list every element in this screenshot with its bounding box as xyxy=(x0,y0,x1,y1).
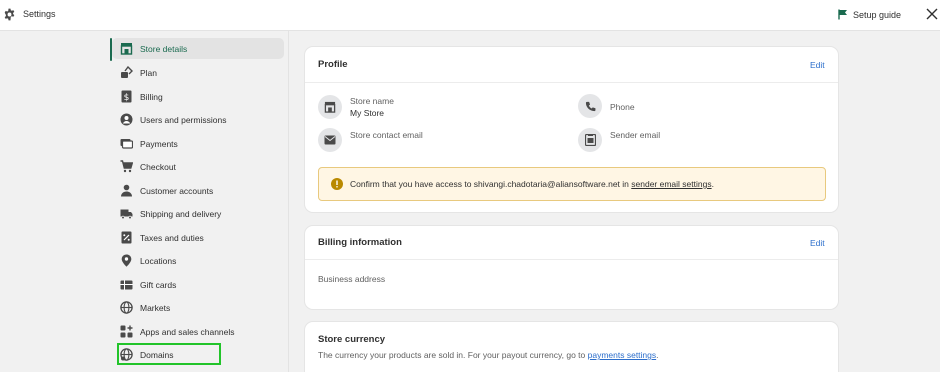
currency-desc-end: . xyxy=(656,350,659,360)
top-bar: Settings Setup guide xyxy=(0,0,940,31)
store-currency-card: Store currency The currency your product… xyxy=(305,322,838,372)
billing-information-card: Billing information Edit Business addres… xyxy=(305,226,838,309)
sidebar-item-customer-accounts[interactable]: Customer accounts xyxy=(112,180,284,201)
location-pin-icon xyxy=(121,254,132,267)
sidebar-item-plan[interactable]: Plan xyxy=(112,62,284,83)
contact-email-icon-badge xyxy=(318,128,342,152)
business-address-label: Business address xyxy=(318,274,386,284)
gear-icon xyxy=(4,8,15,21)
sidebar-item-label: Store details xyxy=(140,44,188,54)
divider xyxy=(305,82,838,83)
warning-icon xyxy=(331,178,343,190)
sidebar-item-label: Apps and sales channels xyxy=(140,327,235,337)
sidebar-item-label: Users and permissions xyxy=(140,115,227,125)
sidebar-item-markets[interactable]: Markets xyxy=(112,297,284,318)
divider xyxy=(305,259,838,260)
store-name-value: My Store xyxy=(350,108,385,118)
sidebar-item-gift-cards[interactable]: Gift cards xyxy=(112,274,284,295)
svg-text:$: $ xyxy=(124,93,130,103)
sidebar-item-label: Billing xyxy=(140,92,163,102)
sidebar-item-label: Taxes and duties xyxy=(140,233,204,243)
contact-email-label: Store contact email xyxy=(350,130,423,140)
sidebar-item-payments[interactable]: Payments xyxy=(112,133,284,154)
mail-icon xyxy=(324,135,336,145)
billing-icon: $ xyxy=(121,90,132,103)
warning-banner: Confirm that you have access to shivangi… xyxy=(318,167,826,201)
store-name-icon-badge xyxy=(318,95,342,119)
phone-icon xyxy=(585,101,595,111)
sidebar-item-locations[interactable]: Locations xyxy=(112,250,284,271)
sidebar-item-shipping[interactable]: Shipping and delivery xyxy=(112,203,284,224)
plan-icon xyxy=(121,66,133,78)
setup-guide-label: Setup guide xyxy=(853,9,902,20)
sidebar-item-label: Checkout xyxy=(140,162,176,172)
warning-end: . xyxy=(711,179,714,189)
tax-icon xyxy=(121,231,132,244)
sidebar-item-label: Payments xyxy=(140,139,178,149)
phone-label: Phone xyxy=(610,102,635,112)
setup-guide-button[interactable]: Setup guide xyxy=(838,9,901,20)
domains-highlight-box xyxy=(117,343,221,365)
sidebar-item-label: Locations xyxy=(140,256,177,266)
sender-email-icon-badge xyxy=(578,128,602,152)
sidebar-item-store-details[interactable]: Store details xyxy=(112,38,284,59)
sender-email-settings-link[interactable]: sender email settings xyxy=(631,179,711,189)
phone-icon-badge xyxy=(578,94,602,118)
store-icon xyxy=(120,43,133,55)
apps-icon xyxy=(120,325,133,338)
currency-description: The currency your products are sold in. … xyxy=(318,350,659,360)
globe-icon xyxy=(120,301,133,314)
cart-icon xyxy=(120,160,133,173)
warning-text: Confirm that you have access to shivangi… xyxy=(350,179,714,189)
page-title: Settings xyxy=(23,9,56,19)
settings-sidebar: Store details Plan $ Billing Users and p… xyxy=(104,31,289,372)
sidebar-item-label: Markets xyxy=(140,303,171,313)
flag-icon xyxy=(838,9,847,20)
sender-email-label: Sender email xyxy=(610,130,661,140)
sender-email-icon xyxy=(584,134,596,146)
profile-card: Profile Edit Store name My Store Phone S… xyxy=(305,47,838,212)
sidebar-item-apps[interactable]: Apps and sales channels xyxy=(112,321,284,342)
user-circle-icon xyxy=(120,113,133,126)
payments-settings-link[interactable]: payments settings xyxy=(588,350,657,360)
store-icon xyxy=(324,101,336,113)
currency-title: Store currency xyxy=(318,334,386,345)
sidebar-item-label: Plan xyxy=(140,68,158,78)
sidebar-item-users[interactable]: Users and permissions xyxy=(112,109,284,130)
billing-title: Billing information xyxy=(318,237,402,248)
billing-edit-link[interactable]: Edit xyxy=(810,238,825,248)
truck-icon xyxy=(120,209,133,220)
sidebar-item-checkout[interactable]: Checkout xyxy=(112,156,284,177)
sidebar-item-label: Shipping and delivery xyxy=(140,209,222,219)
sidebar-item-billing[interactable]: $ Billing xyxy=(112,86,284,107)
close-icon[interactable] xyxy=(926,8,938,20)
sidebar-item-taxes[interactable]: Taxes and duties xyxy=(112,227,284,248)
profile-edit-link[interactable]: Edit xyxy=(810,60,825,70)
warning-message: Confirm that you have access to shivangi… xyxy=(350,179,629,189)
currency-desc-text: The currency your products are sold in. … xyxy=(318,350,586,360)
sidebar-item-label: Gift cards xyxy=(140,280,177,290)
profile-title: Profile xyxy=(318,59,348,70)
payments-icon xyxy=(120,139,133,149)
sidebar-item-label: Customer accounts xyxy=(140,186,214,196)
gift-card-icon xyxy=(120,280,133,290)
person-icon xyxy=(121,184,132,197)
store-name-label: Store name xyxy=(350,96,394,106)
